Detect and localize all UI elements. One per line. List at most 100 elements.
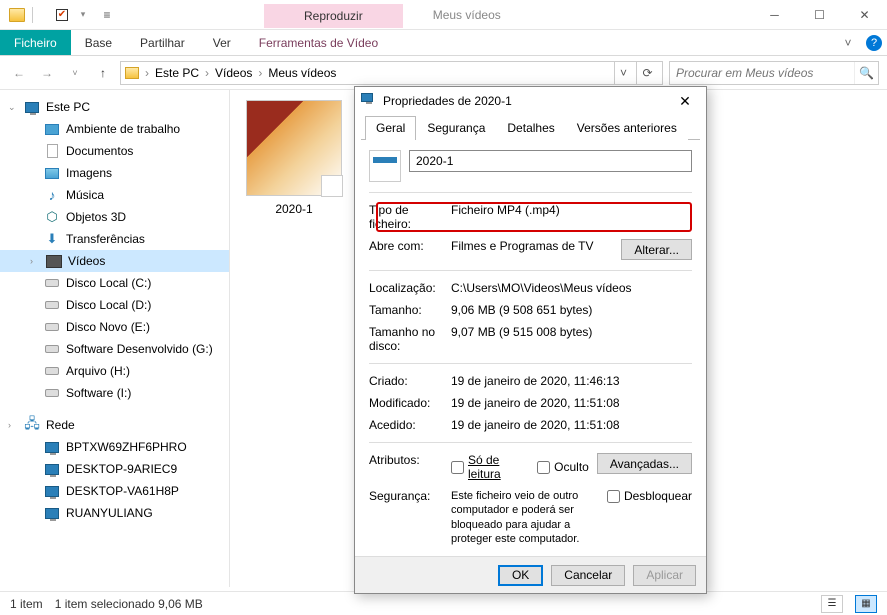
nav-label: Vídeos xyxy=(68,254,105,268)
tab-seguranca[interactable]: Segurança xyxy=(416,116,496,140)
nav-este-pc[interactable]: ⌄ Este PC xyxy=(0,96,229,118)
search-input[interactable] xyxy=(670,66,854,80)
change-button[interactable]: Alterar... xyxy=(621,239,692,260)
dialog-close-button[interactable]: ✕ xyxy=(670,87,700,115)
label-security: Segurança: xyxy=(369,489,443,503)
file-name: 2020-1 xyxy=(240,202,348,216)
nav-item[interactable]: Disco Local (C:) xyxy=(0,272,229,294)
nav-back-button[interactable]: ← xyxy=(8,62,30,84)
tab-view[interactable]: Ver xyxy=(199,30,245,55)
obj3d-icon: ⬡ xyxy=(44,209,60,225)
breadcrumb[interactable]: › Este PC › Vídeos › Meus vídeos ˅ ⟳ xyxy=(120,61,663,85)
label-opens: Abre com: xyxy=(369,239,443,253)
address-dropdown-icon[interactable]: ˅ xyxy=(614,62,632,84)
search-icon[interactable]: 🔍 xyxy=(854,62,878,84)
chevron-right-icon[interactable]: › xyxy=(203,66,211,80)
minimize-button[interactable]: ─ xyxy=(752,0,797,29)
ribbon-collapse-icon[interactable]: ˅ xyxy=(835,30,861,55)
qat-separator xyxy=(32,7,50,23)
tab-file[interactable]: Ficheiro xyxy=(0,30,71,55)
nav-item[interactable]: Software Desenvolvido (G:) xyxy=(0,338,229,360)
nav-item[interactable]: ♪Música xyxy=(0,184,229,206)
expander-icon[interactable]: › xyxy=(30,256,40,266)
nav-item[interactable]: › Vídeos xyxy=(0,250,229,272)
nav-up-button[interactable]: ↑ xyxy=(92,62,114,84)
tab-geral[interactable]: Geral xyxy=(365,116,416,140)
value-size-disk: 9,07 MB (9 515 008 bytes) xyxy=(451,325,692,339)
window-title: Meus vídeos xyxy=(403,8,752,22)
navigation-pane[interactable]: ⌄ Este PC Ambiente de trabalhoDocumentos… xyxy=(0,90,230,587)
pc-icon xyxy=(24,99,40,115)
nav-computer[interactable]: DESKTOP-9ARIEC9 xyxy=(0,458,229,480)
disk-icon xyxy=(44,319,60,335)
nav-item[interactable]: ⬇Transferências xyxy=(0,228,229,250)
dialog-footer: OK Cancelar Aplicar xyxy=(355,556,706,593)
view-details-button[interactable]: ☰ xyxy=(821,595,843,613)
nav-computer[interactable]: BPTXW69ZHF6PHRO xyxy=(0,436,229,458)
search-box[interactable]: 🔍 xyxy=(669,61,879,85)
crumb-este-pc[interactable]: Este PC xyxy=(155,66,199,80)
image-icon xyxy=(44,165,60,181)
dialog-body: Tipo de ficheiro:Ficheiro MP4 (.mp4) Abr… xyxy=(355,140,706,556)
refresh-button[interactable]: ⟳ xyxy=(636,62,658,84)
label-accessed: Acedido: xyxy=(369,418,443,432)
address-bar: ← → ˅ ↑ › Este PC › Vídeos › Meus vídeos… xyxy=(0,56,887,90)
nav-label: Software Desenvolvido (G:) xyxy=(66,342,213,356)
qat-properties-checkbox[interactable]: ✔ xyxy=(56,9,68,21)
ok-button[interactable]: OK xyxy=(498,565,543,586)
status-selection: 1 item selecionado 9,06 MB xyxy=(55,597,203,611)
nav-computer[interactable]: RUANYULIANG xyxy=(0,502,229,524)
hidden-checkbox[interactable]: Oculto xyxy=(537,460,589,474)
nav-label: Disco Local (D:) xyxy=(66,298,151,312)
qat-customize-icon[interactable]: ≡ xyxy=(98,6,116,24)
tab-video-tools[interactable]: Ferramentas de Vídeo xyxy=(245,30,392,55)
nav-item[interactable]: Imagens xyxy=(0,162,229,184)
label-type: Tipo de ficheiro: xyxy=(369,203,443,231)
video-thumbnail xyxy=(246,100,342,196)
expander-icon[interactable]: ⌄ xyxy=(8,102,18,113)
readonly-checkbox[interactable]: Só de leitura xyxy=(451,453,527,481)
close-button[interactable]: ✕ xyxy=(842,0,887,29)
pc-icon xyxy=(44,439,60,455)
label-location: Localização: xyxy=(369,281,443,295)
dialog-titlebar[interactable]: Propriedades de 2020-1 ✕ xyxy=(355,87,706,115)
desktop-icon xyxy=(44,121,60,137)
expander-icon[interactable]: › xyxy=(8,420,18,430)
crumb-meus-videos[interactable]: Meus vídeos xyxy=(268,66,336,80)
value-location: C:\Users\MO\Videos\Meus vídeos xyxy=(451,281,692,295)
label-size-disk: Tamanho no disco: xyxy=(369,325,443,353)
nav-computer[interactable]: DESKTOP-VA61H8P xyxy=(0,480,229,502)
label-modified: Modificado: xyxy=(369,396,443,410)
filename-input[interactable] xyxy=(409,150,692,172)
tab-detalhes[interactable]: Detalhes xyxy=(496,116,565,140)
view-thumbnails-button[interactable]: ▦ xyxy=(855,595,877,613)
app-icon[interactable] xyxy=(8,6,26,24)
file-item[interactable]: 2020-1 xyxy=(240,100,348,216)
cancel-button[interactable]: Cancelar xyxy=(551,565,625,586)
disk-icon xyxy=(44,363,60,379)
tab-base[interactable]: Base xyxy=(71,30,126,55)
help-button[interactable]: ? xyxy=(861,30,887,55)
tab-versoes[interactable]: Versões anteriores xyxy=(566,116,688,140)
nav-history-icon[interactable]: ˅ xyxy=(64,62,86,84)
nav-item[interactable]: Ambiente de trabalho xyxy=(0,118,229,140)
nav-forward-button[interactable]: → xyxy=(36,62,58,84)
tab-share[interactable]: Partilhar xyxy=(126,30,199,55)
nav-item[interactable]: Arquivo (H:) xyxy=(0,360,229,382)
nav-item[interactable]: Disco Novo (E:) xyxy=(0,316,229,338)
nav-item[interactable]: Software (I:) xyxy=(0,382,229,404)
unblock-checkbox[interactable]: Desbloquear xyxy=(607,489,692,503)
nav-item[interactable]: Disco Local (D:) xyxy=(0,294,229,316)
nav-network[interactable]: › 🖧 Rede xyxy=(0,414,229,436)
nav-item[interactable]: Documentos xyxy=(0,140,229,162)
chevron-right-icon[interactable]: › xyxy=(256,66,264,80)
advanced-button[interactable]: Avançadas... xyxy=(597,453,692,474)
maximize-button[interactable]: ☐ xyxy=(797,0,842,29)
nav-item[interactable]: ⬡Objetos 3D xyxy=(0,206,229,228)
crumb-videos[interactable]: Vídeos xyxy=(215,66,252,80)
location-folder-icon xyxy=(125,67,139,79)
qat-dropdown-icon[interactable]: ▾ xyxy=(74,6,92,24)
chevron-right-icon[interactable]: › xyxy=(143,66,151,80)
apply-button[interactable]: Aplicar xyxy=(633,565,696,586)
nav-label: Rede xyxy=(46,418,75,432)
